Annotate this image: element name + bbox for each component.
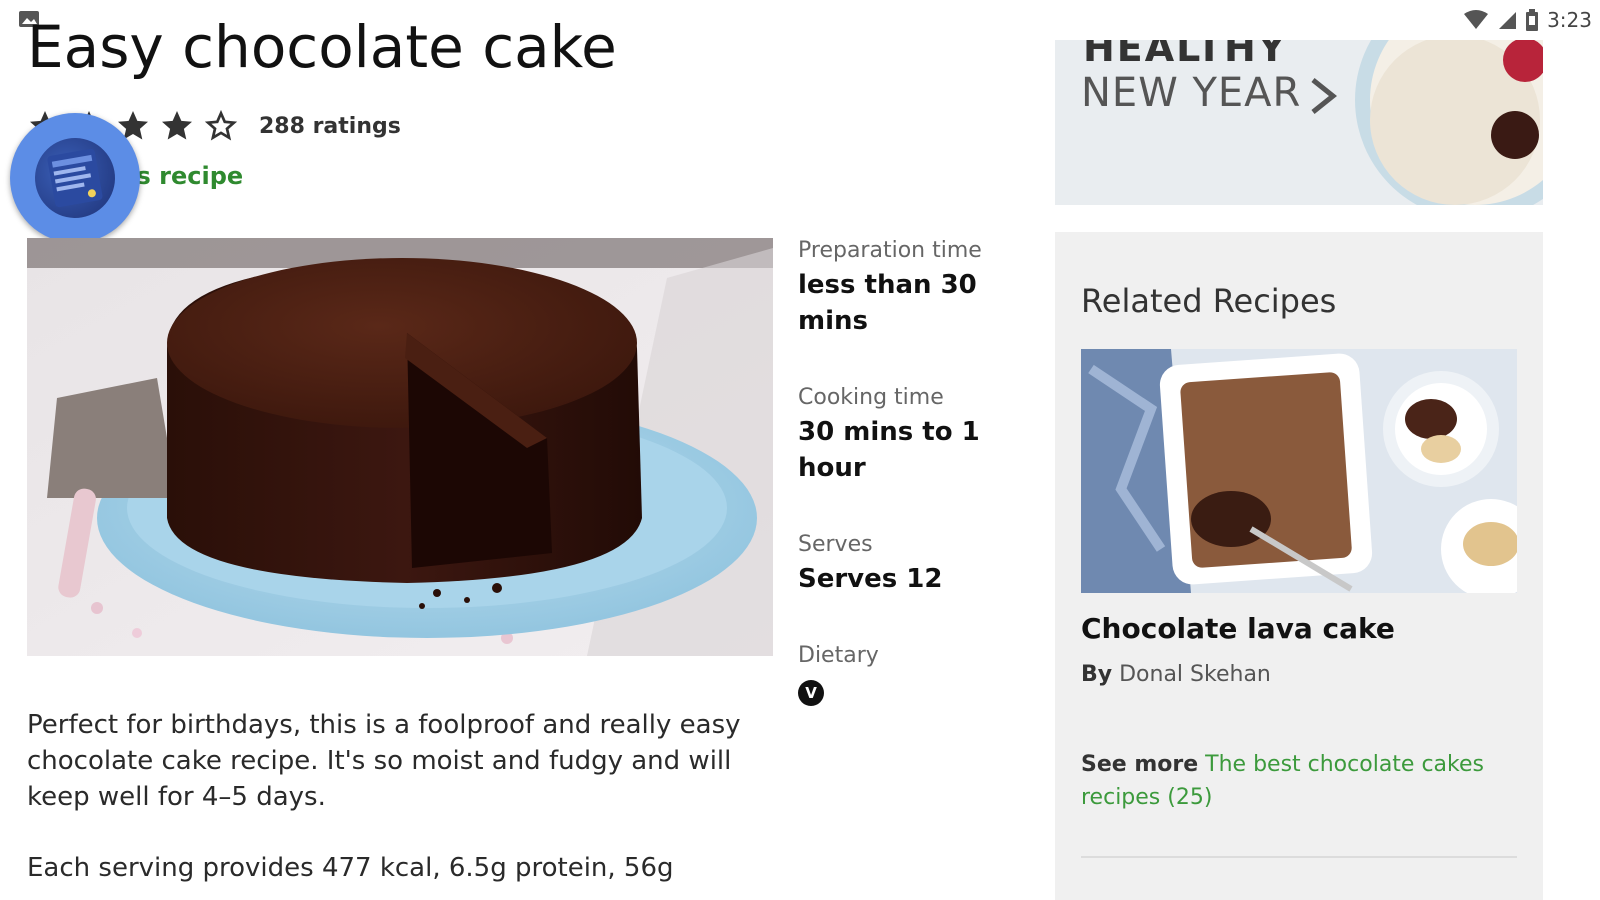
cooking-time-value: 30 mins to 1 hour	[798, 417, 980, 483]
promo-line-2: NEW YEAR	[1081, 70, 1302, 116]
prep-time-label: Preparation time	[798, 238, 982, 263]
divider	[1081, 856, 1517, 858]
promo-banner[interactable]: HEALTHY NEW YEAR	[1055, 40, 1543, 205]
chevron-right-icon	[1311, 78, 1338, 114]
promo-line-1: HEALTHY	[1083, 40, 1288, 70]
clock: 3:23	[1547, 8, 1592, 32]
wifi-icon	[1464, 10, 1489, 29]
related-recipe-image[interactable]	[1081, 349, 1517, 593]
serves: Serves Serves 12	[798, 532, 1028, 597]
author-name[interactable]: Donal Skehan	[1119, 662, 1271, 687]
recipe-title: Easy chocolate cake	[27, 13, 617, 81]
serves-label: Serves	[798, 532, 873, 557]
see-more: See more The best chocolate cakes recipe…	[1081, 748, 1521, 814]
dietary-label: Dietary	[798, 643, 879, 668]
recipe-description: Perfect for birthdays, this is a foolpro…	[27, 710, 741, 812]
serves-value: Serves 12	[798, 564, 943, 594]
status-icons: 3:23	[1463, 8, 1592, 32]
related-recipes-panel: Related Recipes Chocolate lava cake By D…	[1055, 232, 1543, 900]
related-recipe-title[interactable]: Chocolate lava cake	[1081, 612, 1395, 645]
book-cover-icon	[47, 148, 103, 208]
ratings-count: 288 ratings	[259, 113, 401, 139]
prep-time: Preparation time less than 30 mins	[798, 238, 1028, 339]
cell-signal-icon	[1499, 12, 1517, 29]
related-recipe-author: By Donal Skehan	[1081, 662, 1271, 687]
battery-icon	[1526, 9, 1539, 31]
dietary: Dietary V	[798, 643, 1028, 706]
recipe-hero-image	[27, 238, 773, 656]
cooking-time: Cooking time 30 mins to 1 hour	[798, 385, 1028, 486]
star-filled-icon[interactable]	[159, 108, 195, 144]
floating-app-bubble[interactable]	[10, 113, 140, 243]
nutrition-summary: Each serving provides 477 kcal, 6.5g pro…	[27, 853, 674, 882]
author-prefix: By	[1081, 662, 1113, 687]
cooking-time-label: Cooking time	[798, 385, 944, 410]
vegetarian-badge-icon: V	[798, 680, 824, 706]
prep-time-value: less than 30 mins	[798, 270, 977, 336]
dictionary-app-icon	[28, 131, 122, 225]
see-more-prefix: See more	[1081, 752, 1199, 777]
star-empty-icon[interactable]	[203, 108, 239, 144]
related-recipes-heading: Related Recipes	[1081, 282, 1337, 320]
